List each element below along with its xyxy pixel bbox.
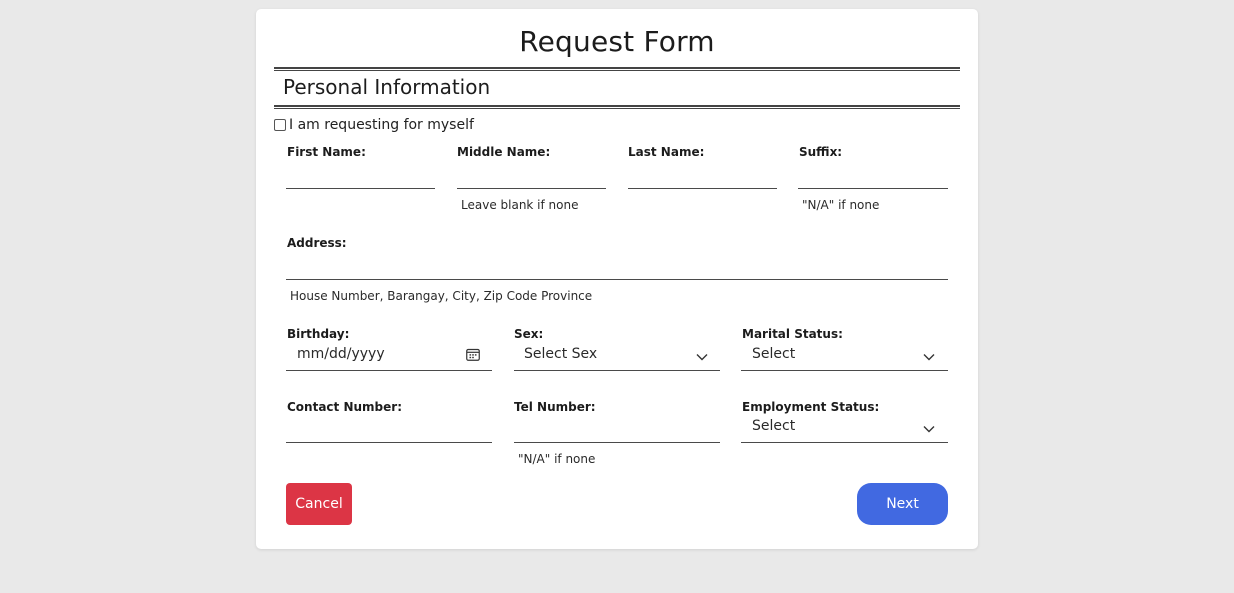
- sex-label: Sex:: [514, 327, 544, 341]
- middle-name-hint: Leave blank if none: [461, 198, 579, 212]
- employment-status-underline: [741, 442, 948, 443]
- birthday-input[interactable]: mm/dd/yyyy: [297, 346, 385, 362]
- last-name-label: Last Name:: [628, 145, 705, 159]
- contact-number-input[interactable]: [286, 442, 492, 443]
- suffix-hint: "N/A" if none: [802, 198, 880, 212]
- sex-underline: [514, 370, 720, 371]
- request-form-card: Request Form Personal Information I am r…: [256, 9, 978, 549]
- middle-name-label: Middle Name:: [457, 145, 551, 159]
- title-divider: [274, 67, 960, 71]
- first-name-input[interactable]: [286, 188, 435, 189]
- section-divider: [274, 105, 960, 109]
- next-button[interactable]: Next: [857, 483, 948, 525]
- contact-number-label: Contact Number:: [287, 400, 402, 414]
- marital-status-select[interactable]: Select: [752, 346, 795, 362]
- cancel-button[interactable]: Cancel: [286, 483, 352, 525]
- middle-name-input[interactable]: [457, 188, 606, 189]
- chevron-down-icon[interactable]: [923, 425, 935, 433]
- form-title: Request Form: [519, 25, 715, 58]
- tel-number-hint: "N/A" if none: [518, 452, 596, 466]
- marital-status-label: Marital Status:: [742, 327, 843, 341]
- address-hint: House Number, Barangay, City, Zip Code P…: [290, 289, 593, 303]
- address-input[interactable]: [286, 279, 948, 280]
- employment-status-label: Employment Status:: [742, 400, 880, 414]
- tel-number-label: Tel Number:: [514, 400, 596, 414]
- section-title: Personal Information: [283, 75, 491, 99]
- employment-status-select[interactable]: Select: [752, 418, 795, 434]
- myself-checkbox[interactable]: I am requesting for myself: [274, 117, 474, 133]
- calendar-icon[interactable]: [466, 348, 480, 361]
- birthday-underline: [286, 370, 492, 371]
- myself-checkbox-box[interactable]: [274, 119, 286, 131]
- sex-select[interactable]: Select Sex: [524, 346, 597, 362]
- address-label: Address:: [287, 236, 347, 250]
- myself-checkbox-label: I am requesting for myself: [289, 117, 474, 133]
- suffix-label: Suffix:: [799, 145, 843, 159]
- birthday-label: Birthday:: [287, 327, 350, 341]
- first-name-label: First Name:: [287, 145, 366, 159]
- tel-number-input[interactable]: [514, 442, 720, 443]
- marital-status-underline: [741, 370, 948, 371]
- last-name-input[interactable]: [628, 188, 777, 189]
- suffix-input[interactable]: [798, 188, 948, 189]
- chevron-down-icon[interactable]: [923, 353, 935, 361]
- chevron-down-icon[interactable]: [696, 353, 708, 361]
